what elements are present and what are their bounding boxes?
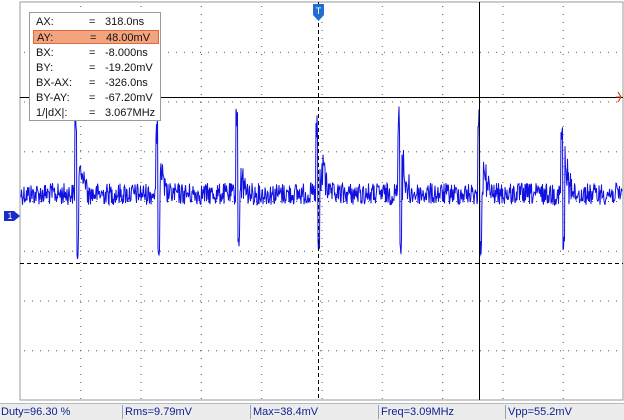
measurement-bar: Duty=96.30 % Rms=9.79mV Max=38.4mV Freq=…	[0, 403, 624, 420]
cursor-row-by-ay: BY-AY: = -67.20mV	[33, 91, 157, 105]
cursor-eq: =	[89, 47, 96, 59]
measurement-vpp[interactable]: Vpp=55.2mV	[507, 405, 624, 419]
measurement-freq[interactable]: Freq=3.09MHz	[380, 405, 506, 419]
cursor-eq: =	[89, 77, 96, 89]
cursor-eq: =	[89, 92, 96, 104]
cursor-value: -19.20mV	[105, 62, 153, 74]
measurement-rms[interactable]: Rms=9.79mV	[124, 405, 251, 419]
cursor-eq: =	[90, 32, 97, 44]
cursor-key: BY-AY:	[36, 92, 70, 104]
cursor-eq: =	[89, 62, 96, 74]
cursor-key: 1/|dX|:	[36, 107, 68, 119]
cursor-key: BY:	[36, 62, 54, 74]
cursor-value: 318.0ns	[105, 16, 145, 28]
cursor-key: AX:	[36, 16, 54, 28]
cursor-row-inv-dx: 1/|dX|: = 3.067MHz	[33, 106, 157, 120]
cursor-row-ay[interactable]: AY: = 48.00mV	[33, 30, 159, 44]
cursor-row-bx-ax: BX-AX: = -326.0ns	[33, 76, 157, 90]
cursor-row-bx: BX: = -8.000ns	[33, 46, 157, 60]
cursor-key: BX-AX:	[36, 77, 73, 89]
cursor-readout-panel: AX: = 318.0ns AY: = 48.00mV BX: = -8.000…	[29, 12, 161, 121]
cursor-row-ax: AX: = 318.0ns	[33, 15, 157, 29]
cursor-row-by: BY: = -19.20mV	[33, 61, 157, 75]
cursor-value: 3.067MHz	[105, 107, 156, 119]
cursor-key: BX:	[36, 47, 54, 59]
trigger-label: T	[316, 6, 322, 16]
channel-1-label: 1	[7, 211, 12, 221]
measurement-duty[interactable]: Duty=96.30 %	[0, 405, 123, 419]
cursor-eq: =	[89, 16, 96, 28]
channel-1-marker[interactable]: 1	[4, 211, 20, 221]
cursor-value: -326.0ns	[105, 77, 148, 89]
cursor-value: -8.000ns	[105, 47, 148, 59]
cursor-value: 48.00mV	[106, 32, 151, 44]
cursor-value: -67.20mV	[105, 92, 153, 104]
cursor-eq: =	[89, 107, 96, 119]
cursor-key: AY:	[37, 32, 54, 44]
measurement-max[interactable]: Max=38.4mV	[252, 405, 379, 419]
